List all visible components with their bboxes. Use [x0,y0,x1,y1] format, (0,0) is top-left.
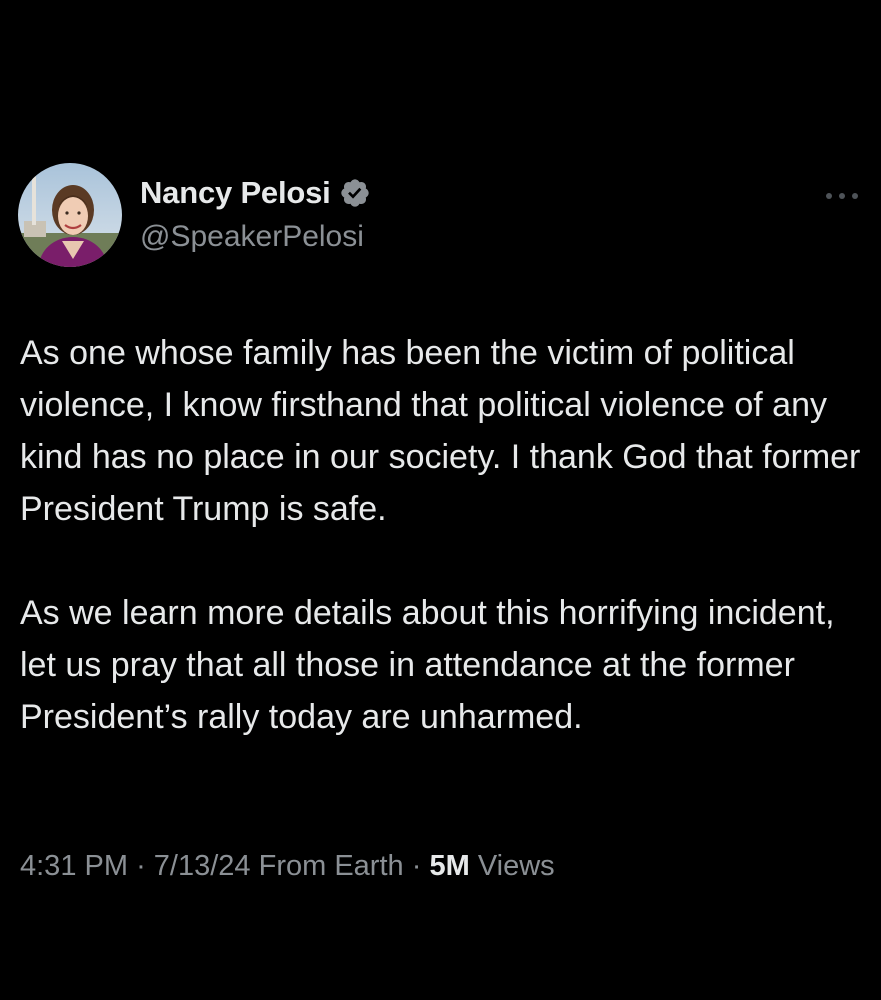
profile-photo [18,163,122,267]
author-handle[interactable]: @SpeakerPelosi [140,220,364,254]
tweet-text: As one whose family has been the victim … [20,327,865,743]
meta-separator: · [136,850,146,882]
more-horizontal-icon [826,193,858,199]
tweet-paragraph: As we learn more details about this horr… [20,594,835,736]
tweet-source: From Earth [258,850,404,882]
views-label: Views [477,850,555,882]
author-name-row: Nancy Pelosi [140,173,371,213]
meta-separator: · [411,850,422,882]
more-options-button[interactable] [824,189,860,203]
tweet-date[interactable]: 7/13/24 [154,850,251,882]
verified-badge-icon [339,177,371,209]
views-count: 5M [429,850,470,882]
avatar[interactable] [18,163,122,267]
author-display-name[interactable]: Nancy Pelosi [140,175,331,211]
tweet-time[interactable]: 4:31 PM [20,850,128,882]
tweet: Nancy Pelosi @SpeakerPelosi As one whose… [0,0,881,1000]
tweet-metadata: 4:31 PM · 7/13/24 From Earth · 5M Views [20,850,555,883]
tweet-paragraph: As one whose family has been the victim … [20,334,861,528]
